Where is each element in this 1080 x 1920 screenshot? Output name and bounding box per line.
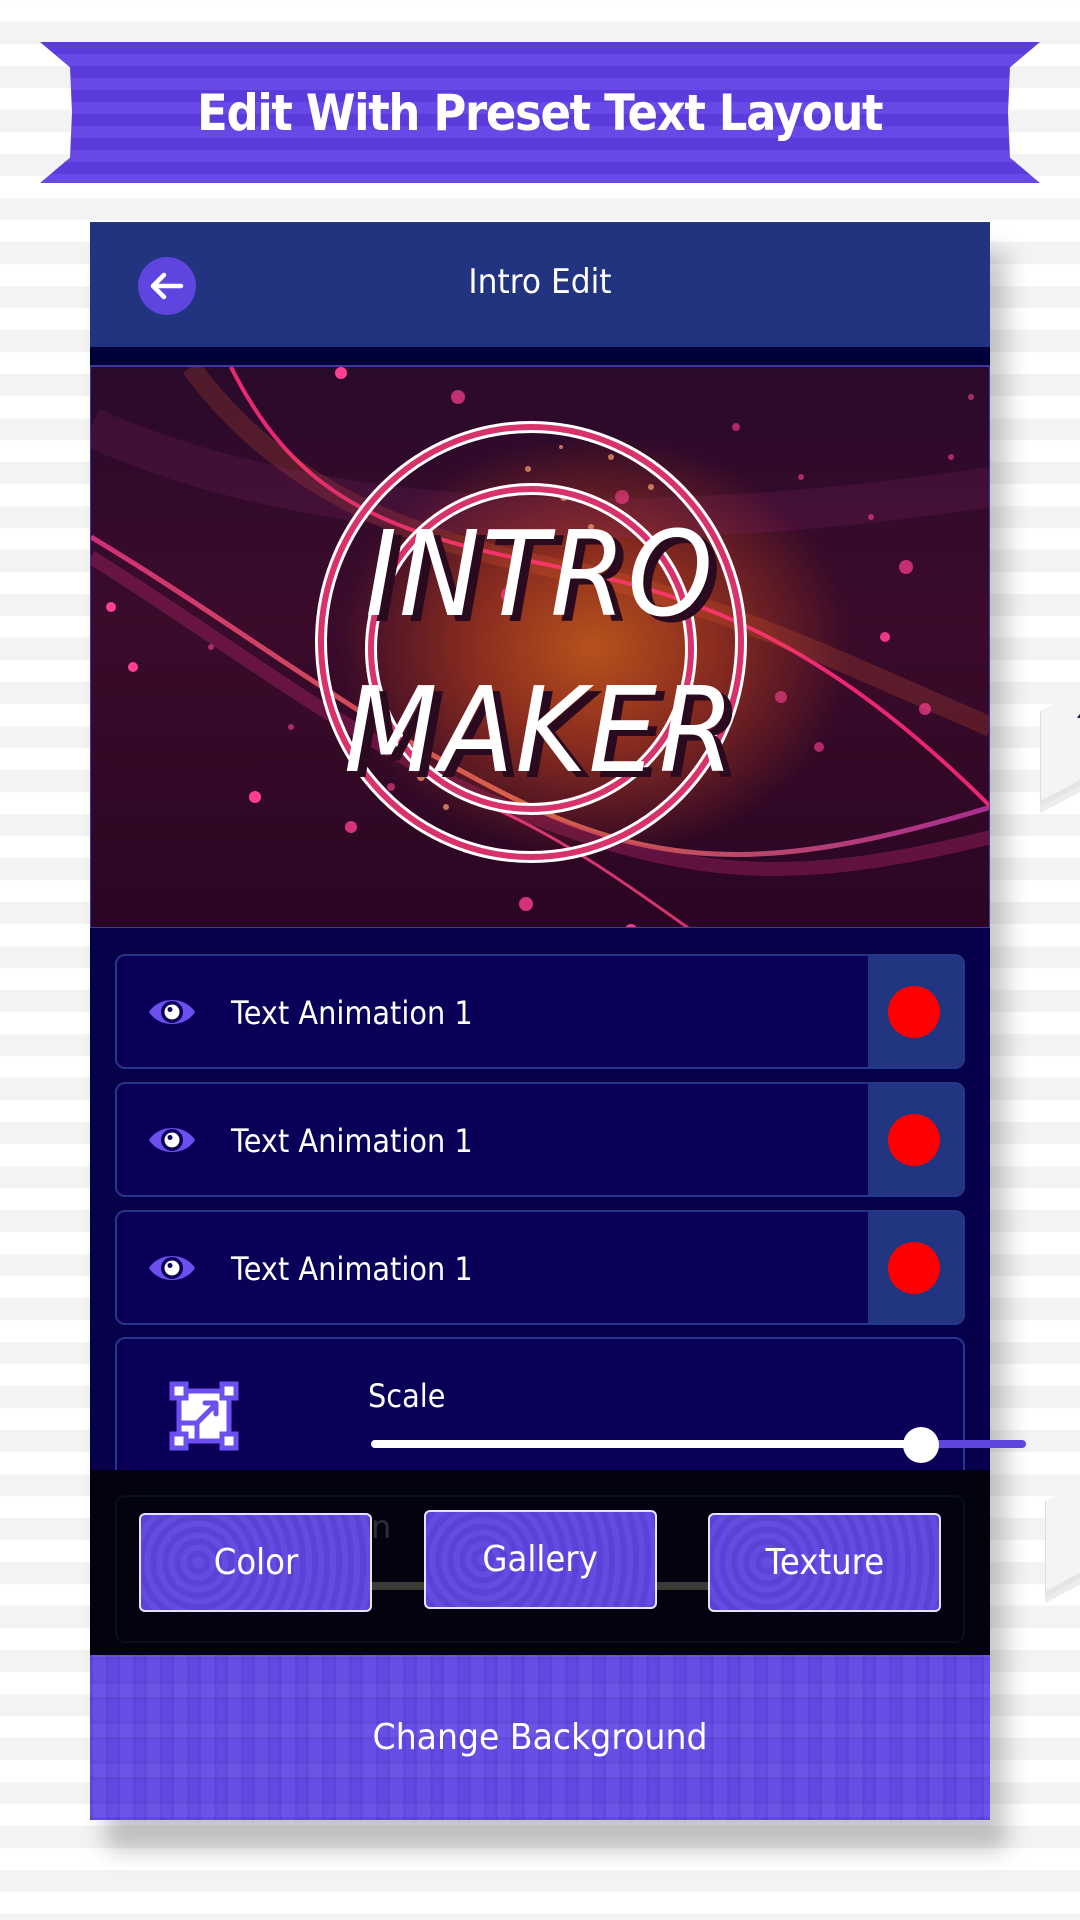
- texture-button-label: Texture: [765, 1542, 884, 1583]
- decorative-card: [1040, 668, 1080, 802]
- background-options-sheet: tion Color Gallery Texture: [90, 1470, 990, 1655]
- color-swatch[interactable]: [888, 1242, 940, 1294]
- gallery-button[interactable]: Gallery: [424, 1510, 657, 1609]
- decorative-card: [1045, 1458, 1080, 1592]
- promo-banner: Edit With Preset Text Layout: [40, 42, 1040, 183]
- color-swatch[interactable]: [888, 1114, 940, 1166]
- eye-icon[interactable]: [147, 994, 197, 1030]
- color-swatch-tile: [868, 956, 963, 1067]
- layer-row[interactable]: Text Animation 1: [115, 1210, 965, 1325]
- eye-icon[interactable]: [147, 1122, 197, 1158]
- obscured-slider-track: [655, 1582, 715, 1590]
- change-background-label: Change Background: [372, 1717, 708, 1758]
- eye-icon[interactable]: [147, 1250, 197, 1286]
- app-screen: Intro Edit INTRO MAKER Text Animation 1 …: [90, 222, 1026, 1820]
- slider-thumb[interactable]: [903, 1427, 940, 1463]
- screen-title: Intro Edit: [468, 262, 612, 302]
- slider-fill: [371, 1440, 922, 1448]
- change-background-button[interactable]: Change Background: [90, 1655, 990, 1820]
- layer-row[interactable]: Text Animation 1: [115, 1082, 965, 1197]
- scale-label: Scale: [368, 1377, 446, 1415]
- layer-row[interactable]: Text Animation 1: [115, 954, 965, 1069]
- color-button[interactable]: Color: [139, 1513, 372, 1612]
- layer-label: Text Animation 1: [231, 1250, 473, 1288]
- intro-preview[interactable]: INTRO MAKER: [90, 365, 990, 928]
- color-swatch-tile: [868, 1212, 963, 1323]
- layer-label: Text Animation 1: [231, 994, 473, 1032]
- scale-slider[interactable]: [371, 1427, 1026, 1463]
- color-button-label: Color: [213, 1542, 298, 1583]
- banner-title: Edit With Preset Text Layout: [197, 83, 883, 142]
- preview-text-line-1: INTRO: [365, 505, 715, 643]
- preview-text-line-2: MAKER: [343, 661, 737, 799]
- texture-button[interactable]: Texture: [708, 1513, 941, 1612]
- gallery-button-label: Gallery: [482, 1539, 599, 1580]
- color-swatch-tile: [868, 1084, 963, 1195]
- preview-background-art: [91, 367, 989, 927]
- header-divider: [90, 347, 990, 365]
- layer-label: Text Animation 1: [231, 1122, 473, 1160]
- app-header: Intro Edit: [90, 222, 990, 347]
- obscured-slider-track: [370, 1582, 430, 1590]
- color-swatch[interactable]: [888, 986, 940, 1038]
- resize-icon: [169, 1381, 239, 1451]
